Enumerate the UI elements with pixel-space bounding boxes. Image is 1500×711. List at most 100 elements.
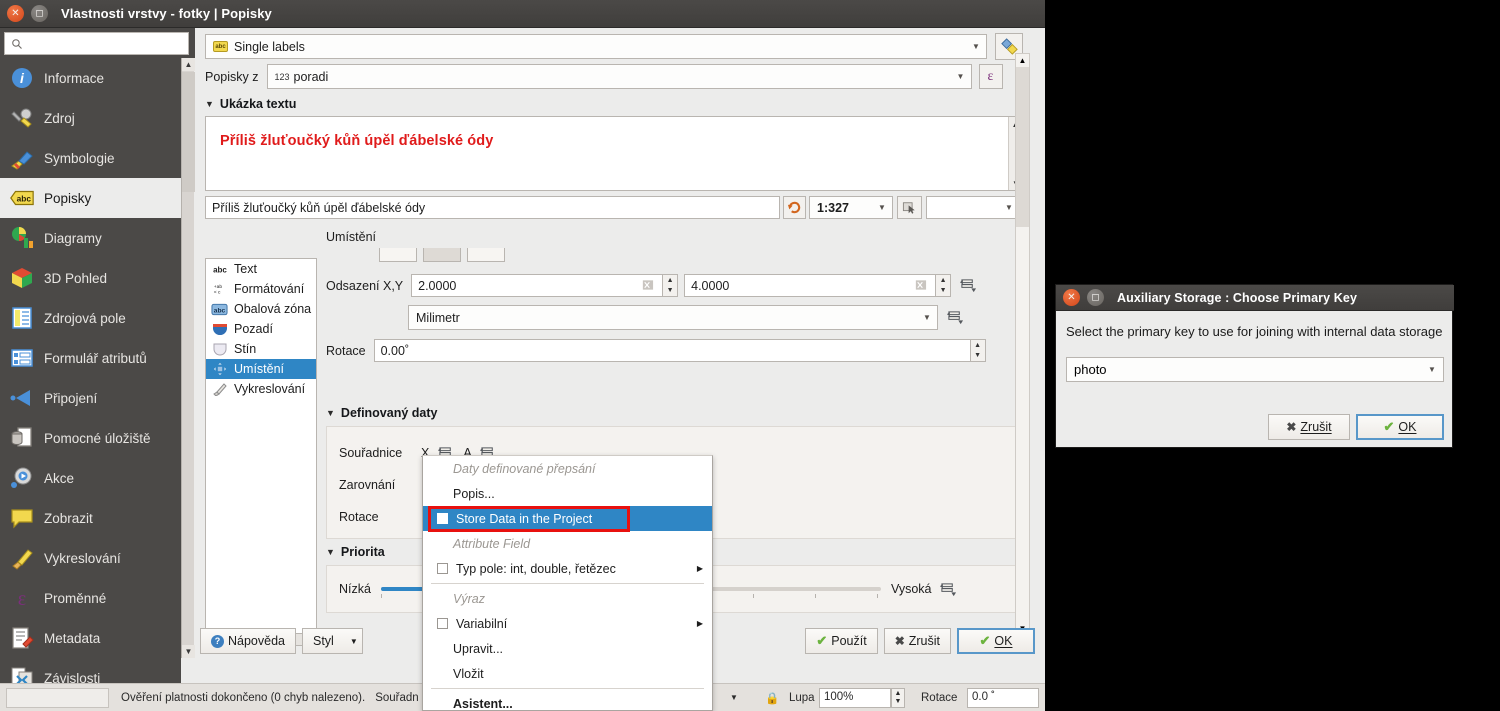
- help-button[interactable]: ? Nápověda: [200, 628, 296, 654]
- tab-vykreslov-n[interactable]: Vykreslování: [206, 379, 316, 399]
- priority-data-defined-button[interactable]: [937, 580, 959, 598]
- sidebar-item-zdroj[interactable]: Zdroj: [0, 98, 181, 138]
- sidebar-item-popisky[interactable]: abc Popisky: [0, 178, 181, 218]
- chevron-down-icon[interactable]: ▼: [872, 197, 892, 218]
- scrollbar-thumb[interactable]: [1016, 67, 1029, 227]
- preview-section-header[interactable]: ▼ Ukázka textu: [205, 97, 296, 111]
- tab-obalov-z-na[interactable]: abc Obalová zóna: [206, 299, 316, 319]
- units-data-defined-button[interactable]: [944, 309, 966, 327]
- ok-button[interactable]: ✔ OK: [957, 628, 1035, 654]
- revert-button[interactable]: [783, 196, 806, 219]
- sidebar-item-informace[interactable]: i Informace: [0, 58, 181, 98]
- chevron-down-icon[interactable]: ▼: [917, 306, 937, 329]
- sidebar-item-p-ipojen[interactable]: Připojení: [0, 378, 181, 418]
- sidebar-item-zobrazit[interactable]: Zobrazit: [0, 498, 181, 538]
- sidebar-item-symbologie[interactable]: Symbologie: [0, 138, 181, 178]
- offset-y-clear-icon[interactable]: [914, 279, 928, 292]
- zoom-stepper[interactable]: ▲ ▼: [891, 687, 905, 708]
- data-defined-context-menu[interactable]: Daty definované přepsání Popis... Store Da…: [422, 455, 713, 711]
- checkbox[interactable]: [437, 618, 448, 629]
- menu-item-store-data-in-the-project[interactable]: Store Data in the Project: [423, 506, 712, 531]
- preview-text-input[interactable]: Příliš žluťoučký kůň úpěl ďábelské ódy: [205, 196, 780, 219]
- lock-icon[interactable]: 🔒: [765, 691, 779, 705]
- style-button[interactable]: Styl ▼: [302, 628, 363, 654]
- data-defined-section-header[interactable]: ▼ Definovaný daty: [326, 406, 437, 420]
- tab-form-tov-n[interactable]: +ab < c Formátování: [206, 279, 316, 299]
- search-input[interactable]: [28, 35, 178, 52]
- offset-y-input[interactable]: 4.0000: [684, 274, 937, 297]
- sidebar-item-z-vislosti[interactable]: Závislosti: [0, 658, 181, 683]
- menu-item-variabiln[interactable]: Variabilní ▶: [423, 611, 712, 636]
- tab-pozad[interactable]: Pozadí: [206, 319, 316, 339]
- sidebar-item-akce[interactable]: Akce: [0, 458, 181, 498]
- checkbox[interactable]: [437, 513, 448, 524]
- menu-item-popis[interactable]: Popis...: [423, 481, 712, 506]
- stepper-down-icon[interactable]: ▼: [971, 351, 985, 362]
- priority-section-header[interactable]: ▼ Priorita: [326, 545, 385, 559]
- offset-x-stepper[interactable]: ▲ ▼: [663, 274, 679, 297]
- zoom-input[interactable]: 100%: [819, 687, 891, 708]
- sidebar-scrollbar[interactable]: ▲ ▼: [181, 58, 195, 658]
- rotation-input[interactable]: 0.00˚: [373, 339, 971, 362]
- stepper-up-icon[interactable]: ▲: [936, 275, 950, 286]
- rotation-stepper[interactable]: ▲ ▼: [970, 339, 986, 362]
- menu-item-upravit[interactable]: Upravit...: [423, 636, 712, 661]
- chevron-down-icon[interactable]: ▼: [350, 637, 358, 646]
- offset-x-clear-icon[interactable]: [641, 279, 655, 292]
- menu-item-typ-pole-int-double-et-zec[interactable]: Typ pole: int, double, řetězec ▶: [423, 556, 712, 581]
- tab-text[interactable]: abc Text: [206, 259, 316, 279]
- placement-mode-button-1[interactable]: [379, 248, 417, 262]
- stepper-down-icon[interactable]: ▼: [663, 286, 677, 297]
- maximize-icon[interactable]: ◻: [1087, 289, 1104, 306]
- cancel-button[interactable]: ✖ Zrušit: [883, 628, 951, 654]
- sidebar-item-3d-pohled[interactable]: 3D Pohled: [0, 258, 181, 298]
- scroll-up-icon[interactable]: ▲: [1016, 54, 1029, 67]
- stepper-up-icon[interactable]: ▲: [971, 340, 985, 351]
- chevron-down-icon[interactable]: ▼: [966, 35, 986, 58]
- sidebar-item-formul-atribut[interactable]: Formulář atributů: [0, 338, 181, 378]
- tab-um-st-n[interactable]: Umístění: [206, 359, 316, 379]
- close-icon[interactable]: ✕: [1063, 289, 1080, 306]
- stepper-up-icon[interactable]: ▲: [663, 275, 677, 286]
- placement-mode-button-2[interactable]: [423, 248, 461, 262]
- checkbox[interactable]: [437, 563, 448, 574]
- scroll-up-icon[interactable]: ▲: [182, 58, 195, 71]
- offset-y-stepper[interactable]: ▲ ▼: [936, 274, 952, 297]
- close-icon[interactable]: ✕: [7, 5, 24, 22]
- chevron-down-icon[interactable]: ▼: [951, 65, 971, 88]
- rotation-input[interactable]: 0.0 ˚: [967, 687, 1039, 708]
- primary-key-combo[interactable]: photo ▼: [1066, 357, 1444, 382]
- apply-button[interactable]: ✔ Použít: [805, 628, 878, 654]
- sidebar-item-metadata[interactable]: Metadata: [0, 618, 181, 658]
- labels-from-combo[interactable]: 123 poradi ▼: [266, 64, 972, 89]
- settings-scrollbar[interactable]: ▲ ▼: [1015, 53, 1030, 636]
- scrollbar-thumb[interactable]: [182, 72, 195, 192]
- offset-units-combo[interactable]: Milimetr ▼: [408, 305, 938, 330]
- pick-color-button[interactable]: [897, 196, 922, 219]
- sidebar-item-prom-nn[interactable]: ε Proměnné: [0, 578, 181, 618]
- scale-combo[interactable]: 1:327 ▼: [809, 196, 893, 219]
- sidebar-item-zdrojov-pole[interactable]: Zdrojová pole: [0, 298, 181, 338]
- menu-item-asistent[interactable]: Asistent...: [423, 691, 712, 711]
- aux-cancel-button[interactable]: ✖ Zrušit: [1268, 414, 1350, 440]
- chevron-down-icon[interactable]: ▼: [730, 693, 738, 702]
- sidebar-item-pomocn-lo-i-t[interactable]: Pomocné úložiště: [0, 418, 181, 458]
- aux-ok-button[interactable]: ✔ OK: [1356, 414, 1444, 440]
- tab-st-n[interactable]: Stín: [206, 339, 316, 359]
- sidebar-item-vykreslov-n[interactable]: Vykreslování: [0, 538, 181, 578]
- maximize-icon[interactable]: ◻: [31, 5, 48, 22]
- sidebar-list[interactable]: i Informace Zdroj Symbologie abc Popisky Diagr…: [0, 58, 181, 683]
- preview-bg-color-combo[interactable]: ▼: [926, 196, 1020, 219]
- offset-data-defined-button[interactable]: [957, 277, 979, 295]
- chevron-down-icon[interactable]: ▼: [1421, 358, 1443, 381]
- sidebar-item-diagramy[interactable]: Diagramy: [0, 218, 181, 258]
- label-settings-tabs[interactable]: abc Text +ab < c Formátování abc Obalová zóna P…: [205, 258, 317, 638]
- labeling-mode-combo[interactable]: abc Single labels ▼: [205, 34, 987, 59]
- expression-button[interactable]: ε: [978, 64, 1003, 89]
- menu-item-vlo-it[interactable]: Vložit: [423, 661, 712, 686]
- offset-x-input[interactable]: 2.0000: [411, 274, 664, 297]
- placement-mode-button-3[interactable]: [467, 248, 505, 262]
- search-box[interactable]: [4, 32, 189, 55]
- stepper-down-icon[interactable]: ▼: [936, 286, 950, 297]
- scroll-down-icon[interactable]: ▼: [182, 645, 195, 658]
